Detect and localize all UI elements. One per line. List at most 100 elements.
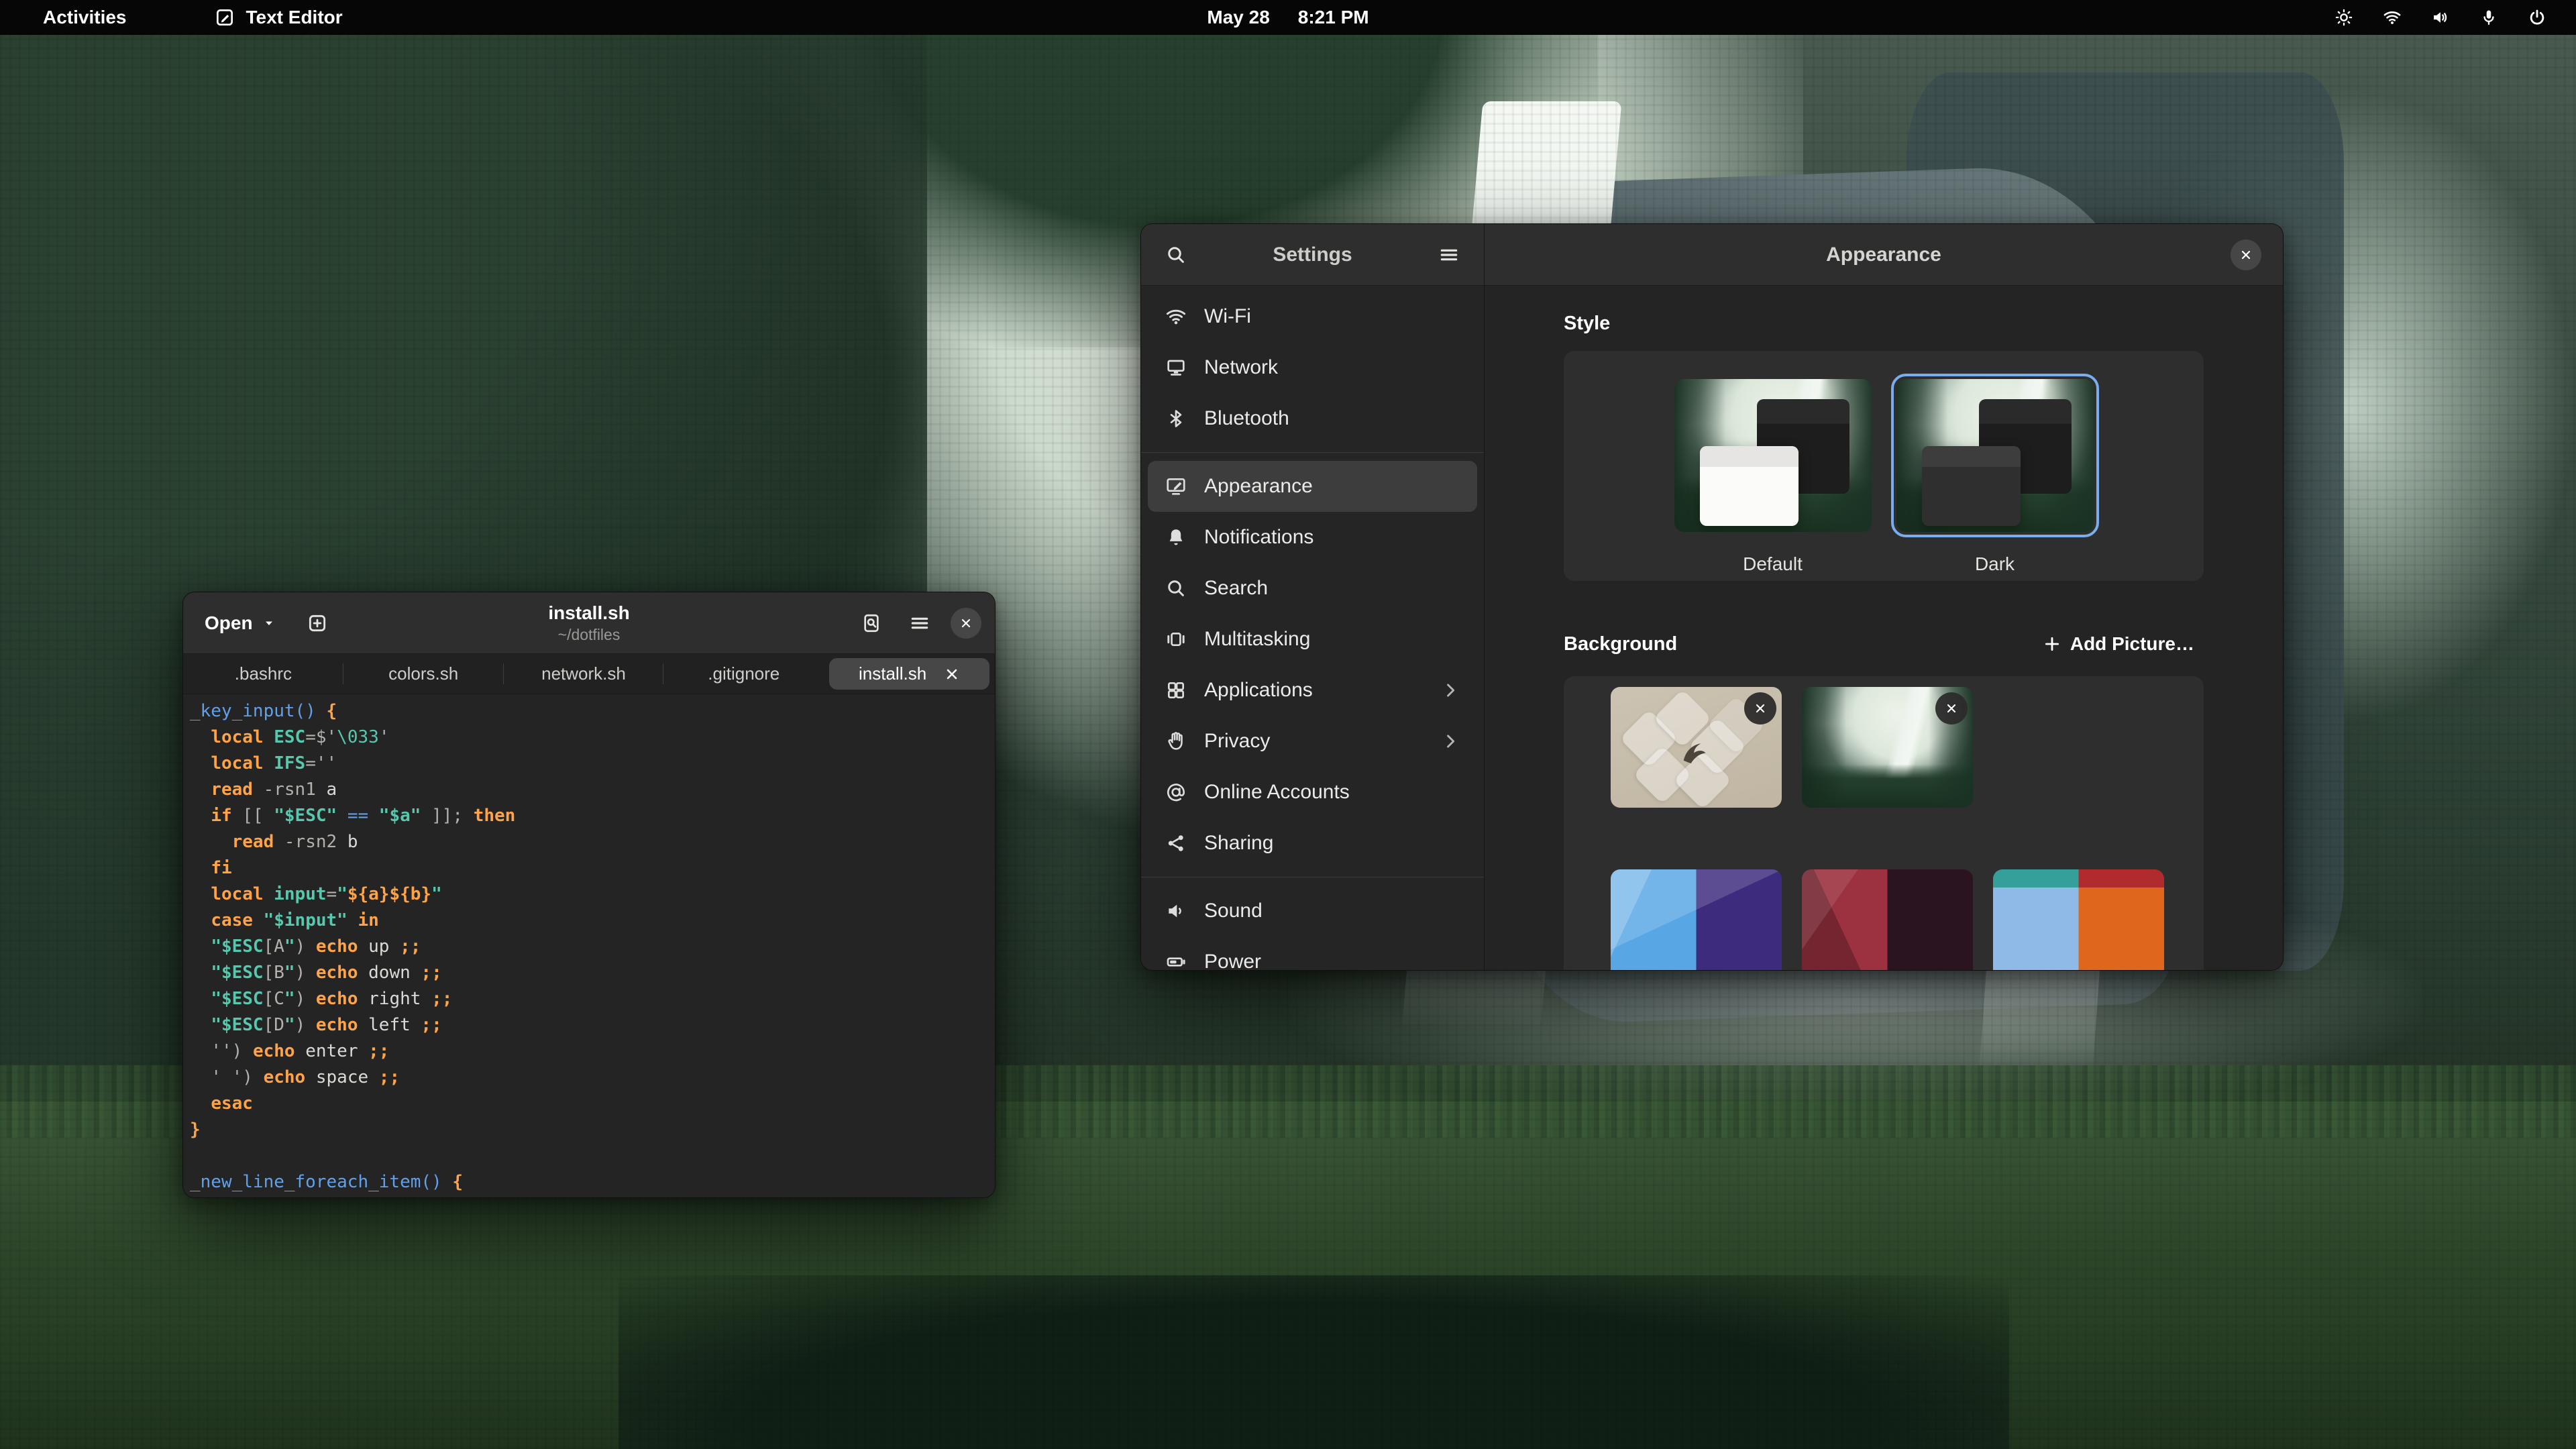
code-line: _key_input() { (190, 698, 995, 724)
sidebar-item-bluetooth[interactable]: Bluetooth (1148, 393, 1477, 444)
focused-app-indicator[interactable]: Text Editor (214, 0, 343, 35)
code-line: read -rsn2 b (190, 829, 995, 855)
code-line: _new_line_foreach_item() { (190, 1169, 995, 1195)
network-icon (1165, 357, 1187, 378)
editor-tab-gitignore[interactable]: .gitignore (663, 654, 824, 694)
sidebar-item-power[interactable]: Power (1148, 936, 1477, 970)
sidebar-item-label: Privacy (1204, 730, 1270, 753)
editor-title-box: install.sh ~/dotfiles (548, 602, 629, 644)
code-line: local input="${a}${b}" (190, 881, 995, 908)
sidebar-item-wi-fi[interactable]: Wi-Fi (1148, 291, 1477, 342)
code-line: "$ESC[A") echo up ;; (190, 934, 995, 960)
text-editor-window: Open install.sh ~/dotfiles .bashrc colors… (182, 592, 996, 1198)
preset-backgrounds-row (1611, 869, 2204, 970)
background-thumb-geometric-blue-purple[interactable] (1611, 869, 1782, 970)
code-line: fi (190, 855, 995, 881)
date-label: May 28 (1207, 7, 1269, 28)
document-title: install.sh (548, 602, 629, 624)
sidebar-item-multitasking[interactable]: Multitasking (1148, 614, 1477, 665)
panel-title: Appearance (1826, 244, 1941, 266)
style-card: Default Dark (1564, 351, 2204, 581)
appearance-icon (1165, 476, 1187, 497)
style-option-label: Default (1743, 553, 1803, 575)
style-option-label: Dark (1975, 553, 2015, 575)
sidebar-item-sound[interactable]: Sound (1148, 885, 1477, 936)
code-line: esac (190, 1091, 995, 1117)
bluetooth-icon (1165, 408, 1187, 429)
style-option-default[interactable]: Default (1674, 379, 1872, 581)
panel-headerbar[interactable]: Appearance (1485, 224, 2283, 286)
brightness-icon (2334, 8, 2353, 27)
mock-window-front (1700, 446, 1799, 526)
editor-tab-bashrc[interactable]: .bashrc (183, 654, 343, 694)
sidebar-item-appearance[interactable]: Appearance (1148, 461, 1477, 512)
tab-label: .gitignore (708, 663, 780, 684)
tab-label: .bashrc (235, 663, 292, 684)
style-thumb-default[interactable] (1674, 379, 1872, 532)
multitasking-icon (1165, 629, 1187, 650)
sidebar-item-label: Wi-Fi (1204, 305, 1251, 328)
code-line: ' ') echo space ;; (190, 1065, 995, 1091)
background-section-label: Background (1564, 633, 1677, 655)
time-label: 8:21 PM (1298, 7, 1369, 28)
sidebar-item-privacy[interactable]: Privacy (1148, 716, 1477, 767)
open-button[interactable]: Open (197, 607, 285, 639)
plus-icon (2043, 635, 2061, 653)
sound-icon (1165, 900, 1187, 922)
editor-tab-colors-sh[interactable]: colors.sh (343, 654, 504, 694)
editor-tab-install-sh[interactable]: install.sh (829, 658, 989, 690)
code-line: "$ESC[B") echo down ;; (190, 960, 995, 986)
code-line: } (190, 1117, 995, 1143)
sidebar-item-applications[interactable]: Applications (1148, 665, 1477, 716)
search-icon (1165, 578, 1187, 599)
tab-close-icon[interactable] (944, 666, 960, 682)
style-option-dark[interactable]: Dark (1896, 379, 2094, 581)
system-tray[interactable] (2334, 8, 2546, 27)
chevron-down-icon (261, 615, 277, 631)
sidebar-item-search[interactable]: Search (1148, 563, 1477, 614)
background-thumb-dragon-tiles[interactable] (1611, 687, 1782, 808)
document-path: ~/dotfiles (548, 626, 629, 644)
editor-headerbar[interactable]: Open install.sh ~/dotfiles (183, 592, 995, 654)
settings-title: Settings (1193, 244, 1432, 266)
editor-tab-network-sh[interactable]: network.sh (504, 654, 664, 694)
code-line: if [[ "$ESC" == "$a" ]]; then (190, 803, 995, 829)
user-backgrounds-row (1611, 687, 2204, 808)
add-picture-button[interactable]: Add Picture… (2034, 628, 2204, 660)
sidebar-item-network[interactable]: Network (1148, 342, 1477, 393)
remove-background-button[interactable] (1935, 692, 1968, 724)
code-editor[interactable]: _key_input() { local ESC=$'\033' local I… (183, 694, 995, 1197)
style-section-label: Style (1564, 313, 2204, 335)
focused-app-label: Text Editor (246, 7, 343, 28)
sidebar-item-notifications[interactable]: Notifications (1148, 512, 1477, 563)
sidebar-item-label: Notifications (1204, 526, 1313, 549)
applications-icon (1165, 680, 1187, 701)
microphone-icon (2479, 8, 2498, 27)
mock-window-front (1922, 446, 2021, 526)
background-thumb-forest-waterfall[interactable] (1802, 687, 1973, 808)
new-tab-button[interactable] (300, 606, 335, 641)
activities-button[interactable]: Activities (43, 0, 127, 35)
background-thumb-drips-blue-orange[interactable] (1993, 869, 2164, 970)
sidebar-item-sharing[interactable]: Sharing (1148, 818, 1477, 869)
open-button-label: Open (205, 612, 253, 634)
editor-close-button[interactable] (951, 608, 981, 639)
notifications-icon (1165, 527, 1187, 548)
style-thumb-dark[interactable] (1896, 379, 2094, 532)
main-menu-icon[interactable] (1432, 237, 1466, 272)
search-icon[interactable] (1159, 237, 1193, 272)
menu-icon[interactable] (902, 606, 937, 641)
privacy-icon (1165, 731, 1187, 752)
background-thumb-waves-red-dark[interactable] (1802, 869, 1973, 970)
code-line: local ESC=$'\033' (190, 724, 995, 751)
sidebar-item-online-accounts[interactable]: Online Accounts (1148, 767, 1477, 818)
clock-button[interactable]: May 28 8:21 PM (1207, 0, 1368, 35)
volume-icon (2431, 8, 2450, 27)
settings-close-button[interactable] (2231, 239, 2261, 270)
sidebar-item-label: Online Accounts (1204, 781, 1350, 804)
preview-icon[interactable] (854, 606, 889, 641)
remove-background-button[interactable] (1744, 692, 1776, 724)
background-card (1564, 676, 2204, 970)
text-editor-app-icon (214, 7, 235, 28)
sidebar-headerbar[interactable]: Settings (1141, 224, 1484, 286)
